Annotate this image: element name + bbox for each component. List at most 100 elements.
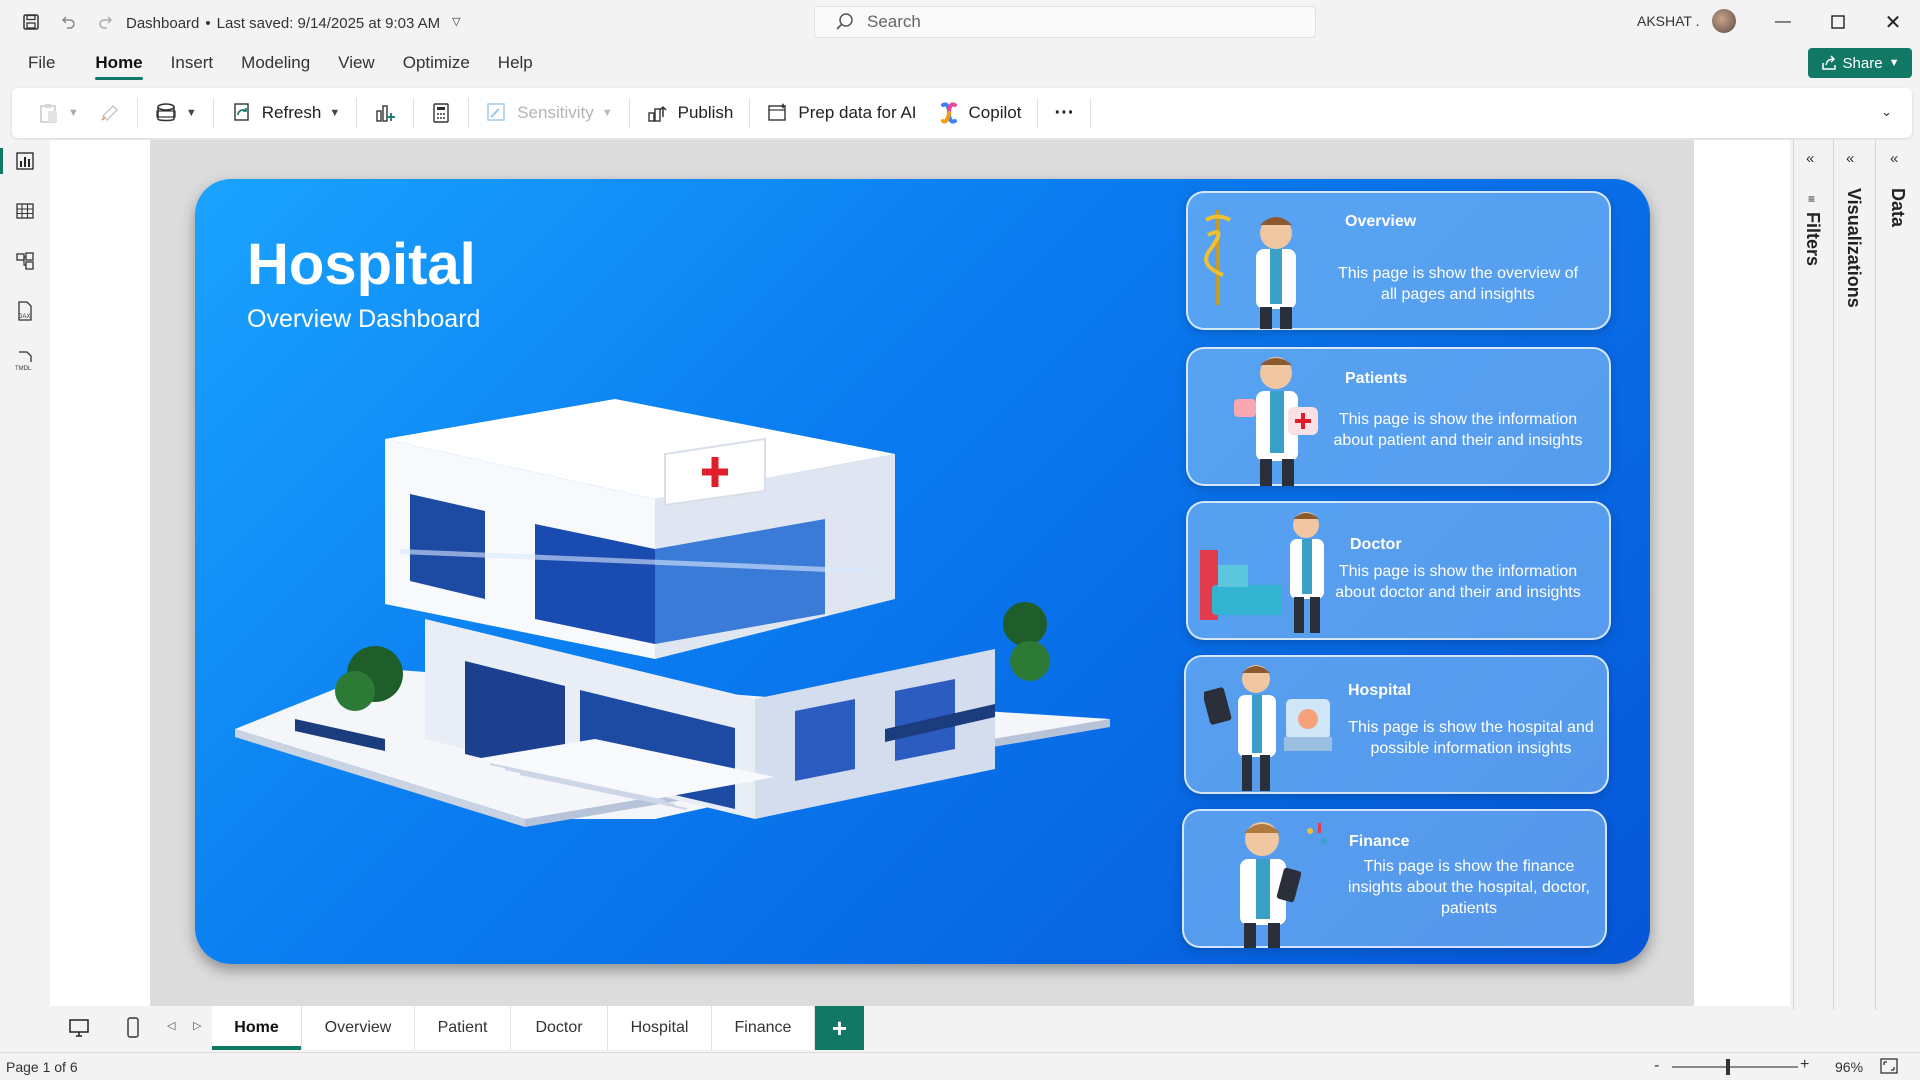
dax-query-icon[interactable]: DAX xyxy=(12,298,38,324)
table-view-icon[interactable] xyxy=(12,198,38,224)
ribbon-toolbar: ▼ ▼ Refresh ▼ Sensitivity ▼ Publish Prep… xyxy=(12,88,1912,138)
zoom-in-icon[interactable]: + xyxy=(1800,1056,1809,1074)
user-name[interactable]: AKSHAT . xyxy=(1637,13,1700,29)
sensitivity-label: Sensitivity xyxy=(517,103,594,122)
search-input[interactable]: Search xyxy=(814,6,1316,38)
nav-card-doctor[interactable]: Doctor This page is show the information… xyxy=(1186,501,1611,640)
share-icon xyxy=(1821,55,1836,70)
filters-pane[interactable]: « ≡ Filters xyxy=(1793,140,1833,1010)
visualizations-pane[interactable]: « Visualizations xyxy=(1833,140,1875,1010)
nav-card-overview[interactable]: Overview This page is show the overview … xyxy=(1186,191,1611,330)
tab-hospital[interactable]: Hospital xyxy=(608,1006,712,1050)
document-name[interactable]: Dashboard xyxy=(126,15,199,32)
menu-optimize[interactable]: Optimize xyxy=(389,44,484,82)
share-label: Share xyxy=(1842,54,1883,72)
more-options-icon: ··· xyxy=(1054,101,1075,124)
publish-button[interactable]: Publish xyxy=(636,95,744,131)
copilot-icon xyxy=(940,102,957,124)
nav-card-patients[interactable]: Patients This page is show the informati… xyxy=(1186,347,1611,486)
filter-icon: ≡ xyxy=(1808,192,1816,206)
sensitivity-icon xyxy=(487,103,505,121)
minimize-icon[interactable]: — xyxy=(1771,10,1795,34)
tab-overview[interactable]: Overview xyxy=(302,1006,415,1050)
bar-chart-add-icon xyxy=(376,105,396,122)
get-data-button[interactable]: ▼ xyxy=(144,95,207,131)
chevron-down-icon: ▼ xyxy=(329,107,341,119)
undo-icon[interactable] xyxy=(57,11,79,33)
save-icon[interactable] xyxy=(20,11,42,33)
card-title-overview: Overview xyxy=(1345,213,1417,230)
tab-scroll-left-icon[interactable]: ◁ xyxy=(167,1019,175,1032)
chevron-down-icon[interactable]: ▽ xyxy=(452,15,460,32)
card-desc-hospital: This page is show the hospital and possi… xyxy=(1348,719,1594,757)
doctor-caduceus-icon xyxy=(1204,210,1296,329)
database-icon xyxy=(156,103,176,122)
expand-filters-icon[interactable]: « xyxy=(1806,150,1814,167)
brush-icon xyxy=(101,104,118,122)
tab-doctor[interactable]: Doctor xyxy=(511,1006,608,1050)
zoom-slider-thumb[interactable] xyxy=(1726,1059,1730,1075)
card-title-hospital: Hospital xyxy=(1348,682,1412,699)
chevron-down-icon: ▼ xyxy=(601,107,613,119)
tab-home[interactable]: Home xyxy=(212,1006,302,1050)
share-button[interactable]: Share ▼ xyxy=(1808,48,1912,78)
report-view-icon[interactable] xyxy=(12,148,38,174)
menu-modeling[interactable]: Modeling xyxy=(227,44,324,82)
mobile-layout-icon[interactable] xyxy=(126,1017,140,1044)
hospital-building-illustration xyxy=(235,399,1110,827)
expand-data-icon[interactable]: « xyxy=(1890,150,1898,167)
search-placeholder: Search xyxy=(867,12,921,31)
menu-view[interactable]: View xyxy=(324,44,389,82)
new-visual-button[interactable] xyxy=(363,95,407,131)
menu-help[interactable]: Help xyxy=(484,44,547,82)
ribbon-collapse-icon[interactable]: ⌄ xyxy=(1881,104,1892,120)
prep-data-ai-button[interactable]: Prep data for AI xyxy=(756,95,926,131)
card-title-doctor: Doctor xyxy=(1350,536,1402,553)
refresh-icon xyxy=(234,103,249,121)
format-painter-button[interactable] xyxy=(89,95,131,131)
nav-card-finance[interactable]: Finance This page is show the finance in… xyxy=(1182,809,1607,948)
tmdl-view-icon[interactable]: TMDL xyxy=(12,348,38,374)
prep-data-icon xyxy=(768,103,787,121)
svg-text:DAX: DAX xyxy=(18,314,30,320)
close-icon[interactable]: ✕ xyxy=(1881,10,1905,34)
fit-to-page-icon[interactable] xyxy=(1880,1058,1898,1077)
expand-visualizations-icon[interactable]: « xyxy=(1846,150,1854,167)
publish-icon xyxy=(647,105,667,122)
paste-button[interactable]: ▼ xyxy=(28,95,89,131)
new-measure-button[interactable] xyxy=(420,95,462,131)
tab-patient[interactable]: Patient xyxy=(415,1006,511,1050)
copilot-label: Copilot xyxy=(968,103,1022,122)
refresh-button[interactable]: Refresh ▼ xyxy=(220,95,350,131)
tab-scroll-right-icon[interactable]: ▷ xyxy=(193,1019,201,1032)
maximize-icon[interactable] xyxy=(1826,10,1850,34)
avatar[interactable] xyxy=(1712,9,1736,33)
zoom-level[interactable]: 96% xyxy=(1835,1059,1863,1075)
desktop-layout-icon[interactable] xyxy=(68,1018,90,1043)
tab-finance[interactable]: Finance xyxy=(712,1006,815,1050)
page-indicator: Page 1 of 6 xyxy=(6,1059,78,1075)
doctor-xray-icon xyxy=(1204,665,1332,791)
more-options-button[interactable]: ··· xyxy=(1044,95,1084,131)
chevron-down-icon: ▼ xyxy=(1888,57,1900,69)
copilot-button[interactable]: Copilot xyxy=(927,95,1032,131)
sensitivity-button[interactable]: Sensitivity ▼ xyxy=(475,95,622,131)
chevron-down-icon: ▼ xyxy=(68,107,79,119)
menu-file[interactable]: File xyxy=(14,44,69,82)
data-label: Data xyxy=(1888,188,1908,228)
menu-home[interactable]: Home xyxy=(81,44,156,82)
nav-card-hospital[interactable]: Hospital This page is show the hospital … xyxy=(1184,655,1609,794)
zoom-slider[interactable] xyxy=(1672,1059,1798,1075)
model-view-icon[interactable] xyxy=(12,248,38,274)
chevron-down-icon: ▼ xyxy=(185,107,197,119)
zoom-out-icon[interactable]: - xyxy=(1654,1057,1659,1075)
add-page-button[interactable]: + xyxy=(815,1006,864,1050)
data-pane[interactable]: « Data xyxy=(1875,140,1920,1010)
view-rail: DAX TMDL xyxy=(0,140,50,1050)
menu-insert[interactable]: Insert xyxy=(157,44,228,82)
report-background: Hospital Overview Dashboard Overview Thi… xyxy=(195,179,1650,964)
prep-data-ai-label: Prep data for AI xyxy=(798,103,917,122)
svg-text:TMDL: TMDL xyxy=(15,366,32,372)
redo-icon[interactable] xyxy=(95,11,117,33)
card-title-patients: Patients xyxy=(1345,370,1408,387)
